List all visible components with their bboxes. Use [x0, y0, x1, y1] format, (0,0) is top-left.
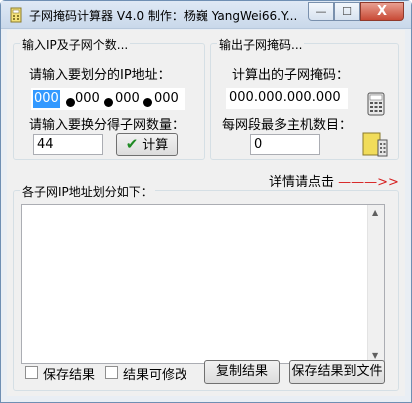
editable-result-label[interactable]: 结果可修改 — [123, 364, 186, 383]
notepad-icon[interactable] — [361, 130, 389, 158]
copy-results-button[interactable]: 复制结果 — [204, 360, 280, 384]
subnet-mask-output[interactable]: 000.000.000.000 — [226, 88, 348, 109]
details-link[interactable]: 详情请点击 ———>> — [269, 171, 399, 190]
close-button[interactable]: X — [360, 2, 404, 21]
app-window: 子网掩码计算器 V4.0 制作：杨巍 YangWei66.Y... — ☐ X … — [0, 0, 412, 403]
results-group-title: 各子网IP地址划分如下： — [20, 183, 155, 200]
hosts-prompt-label: 每网段最多主机数目： — [222, 118, 353, 133]
ip-octet-2[interactable]: 000 — [74, 90, 101, 108]
ip-dot — [104, 98, 113, 107]
subnet-prompt-label: 请输入要换分得子网数量： — [29, 118, 186, 133]
mask-prompt-label: 计算出的子网掩码： — [232, 68, 350, 83]
calculate-button[interactable]: ✔ 计算 — [116, 133, 178, 156]
output-group-title: 输出子网掩码... — [217, 36, 305, 53]
scroll-down-icon[interactable]: ▼ — [372, 351, 378, 360]
app-icon — [10, 7, 22, 23]
client-area: 输入IP及子网个数... 请输入要划分的IP地址： 000 000 000 00… — [7, 30, 405, 396]
save-result-label[interactable]: 保存结果 — [43, 364, 95, 383]
calculator-icon[interactable] — [367, 92, 385, 116]
maximize-icon: ☐ — [342, 5, 352, 18]
results-textarea[interactable]: ▲ ▼ — [21, 204, 385, 364]
ip-octet-1[interactable]: 000 — [33, 90, 60, 108]
details-arrow: ———>> — [338, 175, 399, 190]
ip-octet-4[interactable]: 000 — [153, 90, 180, 108]
input-group-title: 输入IP及子网个数... — [20, 36, 131, 53]
close-icon: X — [376, 4, 388, 19]
details-link-label: 详情请点击 — [269, 175, 335, 190]
minimize-icon: — — [315, 5, 327, 18]
scroll-up-icon[interactable]: ▲ — [372, 208, 378, 217]
title-bar[interactable]: 子网掩码计算器 V4.0 制作：杨巍 YangWei66.Y... — ☐ X — [1, 1, 411, 29]
editable-result-checkbox[interactable] — [105, 366, 118, 379]
calculate-button-label: 计算 — [142, 138, 169, 153]
subnet-count-input[interactable]: 44 — [33, 134, 103, 155]
ip-octet-3[interactable]: 000 — [114, 90, 141, 108]
save-to-file-button[interactable]: 保存结果到文件 — [289, 360, 385, 384]
ip-address-input[interactable]: 000 000 000 000 — [31, 88, 185, 110]
hosts-count-output[interactable]: 0 — [250, 134, 320, 155]
minimize-button[interactable]: — — [308, 2, 334, 21]
maximize-button[interactable]: ☐ — [334, 2, 360, 21]
ip-dot — [143, 98, 152, 107]
vertical-scrollbar[interactable]: ▲ ▼ — [367, 205, 384, 363]
checkmark-icon: ✔ — [125, 135, 139, 153]
save-result-checkbox[interactable] — [25, 366, 38, 379]
window-title: 子网掩码计算器 V4.0 制作：杨巍 YangWei66.Y... — [29, 9, 298, 23]
ip-prompt-label: 请输入要划分的IP地址： — [29, 68, 171, 83]
